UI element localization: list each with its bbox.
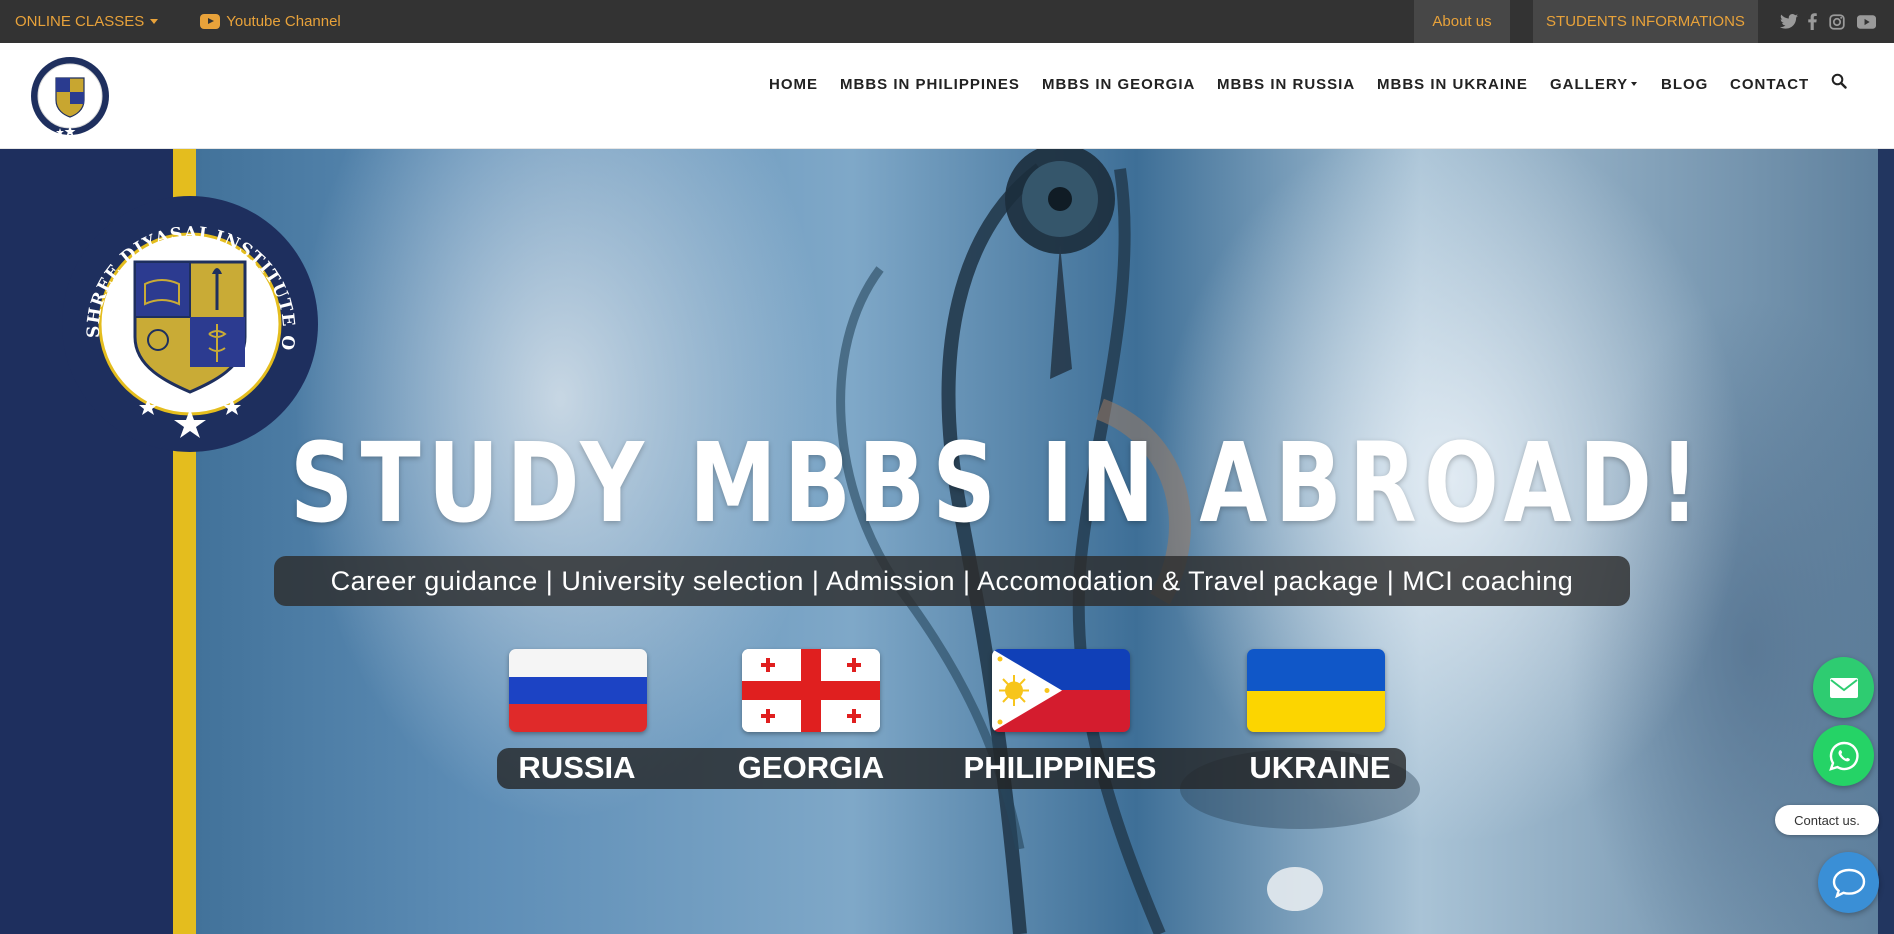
twitter-icon[interactable] <box>1780 14 1798 29</box>
whatsapp-button[interactable] <box>1813 725 1874 786</box>
georgia-flag-icon[interactable] <box>742 649 880 732</box>
nav-gallery-label: GALLERY <box>1550 75 1629 93</box>
caret-down-icon <box>1631 82 1638 86</box>
youtube-icon <box>200 14 221 29</box>
country-ukraine[interactable]: UKRAINE <box>1240 750 1400 786</box>
chat-button[interactable] <box>1818 852 1879 913</box>
online-classes-dropdown[interactable]: ONLINE CLASSES <box>15 13 159 30</box>
about-us-link[interactable]: About us <box>1414 0 1510 43</box>
site-logo[interactable] <box>30 56 110 136</box>
youtube-icon[interactable] <box>1857 14 1876 29</box>
country-russia[interactable]: RUSSIA <box>510 750 644 786</box>
social-links <box>1780 0 1876 43</box>
nav-gallery-dropdown[interactable]: GALLERY <box>1550 73 1638 95</box>
email-button[interactable] <box>1813 657 1874 718</box>
russia-flag-icon[interactable] <box>509 649 647 732</box>
main-navbar: HOME MBBS IN PHILIPPINES MBBS IN GEORGIA… <box>0 43 1894 149</box>
hero-banner: SHREE DIYASAI INSTITUTE OF MEDICAL SCIEN… <box>0 149 1894 934</box>
nav-mbbs-ukraine[interactable]: MBBS IN UKRAINE <box>1377 73 1528 95</box>
institute-seal-logo: SHREE DIYASAI INSTITUTE OF MEDICAL SCIEN… <box>60 194 318 452</box>
philippines-flag-icon[interactable] <box>992 649 1130 732</box>
nav-blog[interactable]: BLOG <box>1661 73 1708 95</box>
envelope-icon <box>1829 677 1858 698</box>
instagram-icon[interactable] <box>1829 13 1845 30</box>
country-philippines[interactable]: PHILIPPINES <box>958 750 1162 786</box>
nav-home[interactable]: HOME <box>769 73 818 95</box>
contact-us-tooltip: Contact us. <box>1775 805 1879 835</box>
country-georgia[interactable]: GEORGIA <box>728 750 894 786</box>
nav-mbbs-russia[interactable]: MBBS IN RUSSIA <box>1217 73 1355 95</box>
hero-tagline: Career guidance | University selection |… <box>274 556 1630 606</box>
nav-contact[interactable]: CONTACT <box>1730 73 1809 95</box>
caret-down-icon <box>150 19 159 24</box>
search-icon[interactable] <box>1831 70 1847 92</box>
top-bar: ONLINE CLASSES Youtube Channel About us … <box>0 0 1894 43</box>
hero-title: STUDY MBBS IN ABROAD! <box>290 419 1707 547</box>
ukraine-flag-icon[interactable] <box>1247 649 1385 732</box>
students-informations-link[interactable]: STUDENTS INFORMATIONS <box>1533 0 1758 43</box>
nav-mbbs-georgia[interactable]: MBBS IN GEORGIA <box>1042 73 1195 95</box>
whatsapp-icon <box>1828 741 1859 771</box>
facebook-icon[interactable] <box>1808 13 1817 30</box>
chat-bubble-icon <box>1832 868 1865 898</box>
online-classes-label: ONLINE CLASSES <box>15 13 145 30</box>
nav-mbbs-philippines[interactable]: MBBS IN PHILIPPINES <box>840 73 1020 95</box>
youtube-channel-link[interactable]: Youtube Channel <box>226 13 341 30</box>
top-bar-left: ONLINE CLASSES Youtube Channel <box>15 0 341 43</box>
